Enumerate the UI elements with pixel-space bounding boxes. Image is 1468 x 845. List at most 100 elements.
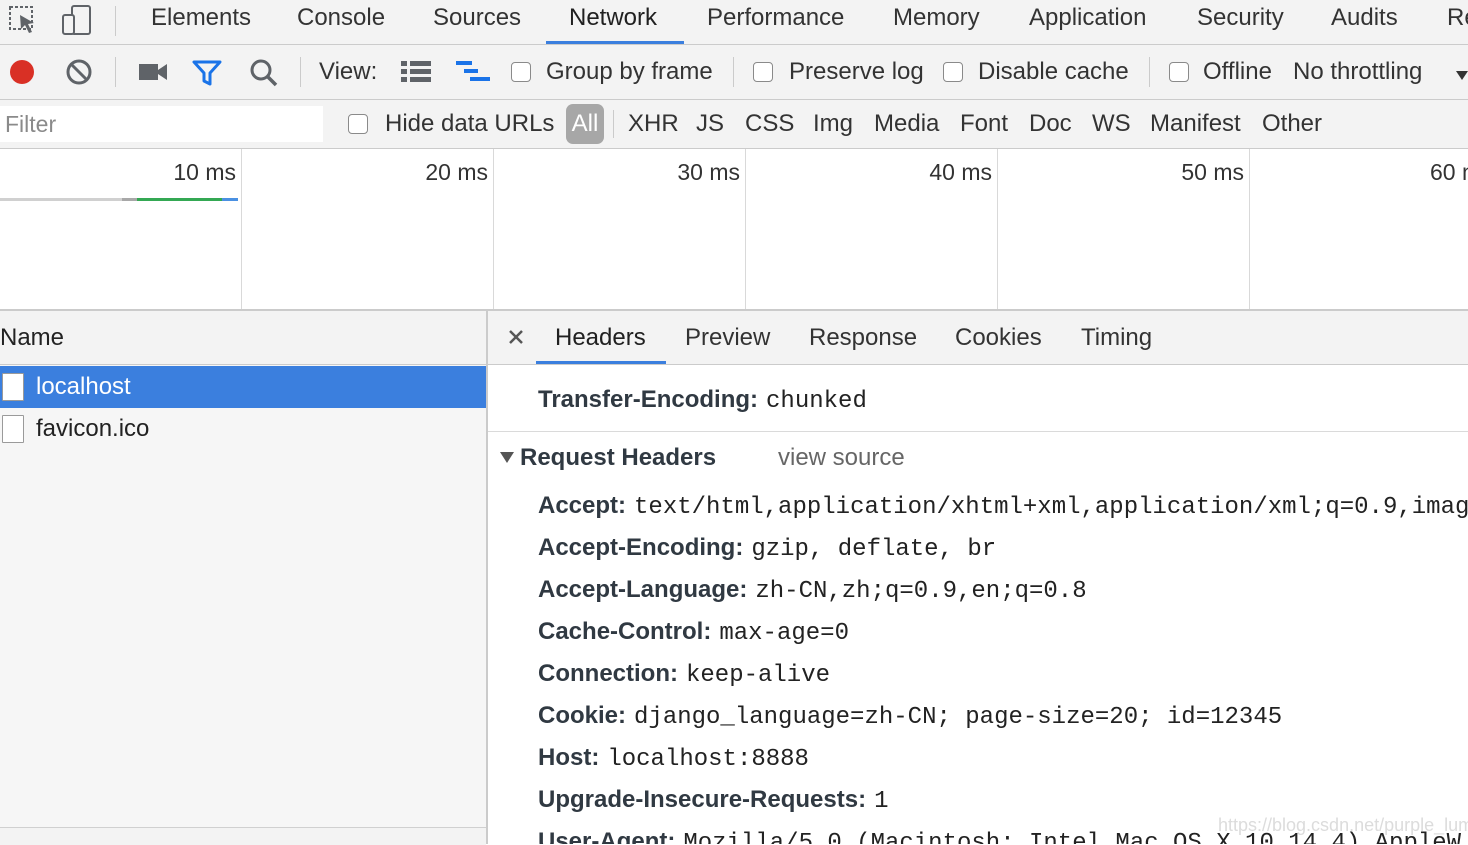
detail-tab-bar: Headers Preview Response Cookies Timing — [488, 311, 1468, 365]
filter-type-js[interactable]: JS — [696, 100, 724, 148]
request-header-row: Accept-Language: zh-CN,zh;q=0.9,en;q=0.8 — [538, 569, 1087, 611]
timeline-gridline — [241, 149, 242, 309]
group-by-frame-checkbox[interactable] — [511, 62, 531, 82]
tab-audits[interactable]: Audits — [1331, 0, 1398, 44]
request-name: favicon.ico — [36, 415, 150, 442]
filter-type-xhr[interactable]: XHR — [628, 100, 679, 148]
chevron-down-icon[interactable] — [1456, 68, 1468, 86]
document-icon — [2, 373, 24, 401]
request-header-row: Accept: text/html,application/xhtml+xml,a… — [538, 485, 1468, 527]
timeline-tick: 60 ms — [1430, 159, 1468, 185]
tab-application[interactable]: Application — [1029, 0, 1146, 44]
toolbar-divider — [1149, 57, 1150, 87]
timeline-gridline — [997, 149, 998, 309]
timeline-tick: 40 ms — [929, 159, 992, 185]
tab-console[interactable]: Console — [297, 0, 385, 44]
request-detail-pane: Headers Preview Response Cookies Timing … — [488, 311, 1468, 844]
detail-tab-timing[interactable]: Timing — [1081, 311, 1152, 364]
header-value: zh-CN,zh;q=0.9,en;q=0.8 — [755, 578, 1087, 605]
header-value: text/html,application/xhtml+xml,applicat… — [634, 494, 1468, 521]
filter-icon[interactable] — [192, 59, 222, 92]
detail-tab-headers[interactable]: Headers — [555, 311, 646, 364]
offline-checkbox[interactable] — [1169, 62, 1189, 82]
tab-elements[interactable]: Elements — [151, 0, 251, 44]
detail-tab-preview[interactable]: Preview — [685, 311, 770, 364]
tab-memory[interactable]: Memory — [893, 0, 980, 44]
view-source-link[interactable]: view source — [778, 438, 905, 478]
clear-icon[interactable] — [65, 58, 93, 91]
request-header-row: Host: localhost:8888 — [538, 737, 809, 779]
device-toolbar-icon[interactable] — [60, 3, 94, 37]
network-toolbar: View: Group by frame Preserve log Disabl… — [0, 45, 1468, 100]
tab-sources[interactable]: Sources — [433, 0, 521, 44]
tab-overflow[interactable]: Re — [1447, 0, 1468, 44]
tab-network[interactable]: Network — [569, 0, 657, 44]
header-key: Accept-Language: — [538, 576, 748, 603]
header-key: Accept: — [538, 492, 627, 519]
timeline-bar-ttfb — [137, 198, 222, 201]
timeline-tick: 20 ms — [425, 159, 488, 185]
filter-type-doc[interactable]: Doc — [1029, 100, 1072, 148]
filter-type-other[interactable]: Other — [1262, 100, 1322, 148]
request-name: localhost — [36, 373, 131, 400]
request-header-row: Connection: keep-alive — [538, 653, 830, 695]
hide-data-urls-checkbox[interactable] — [348, 114, 368, 134]
timeline-bar-waiting — [0, 198, 122, 201]
disable-cache-label: Disable cache — [978, 58, 1129, 85]
filter-type-manifest[interactable]: Manifest — [1150, 100, 1241, 148]
detail-tab-cookies[interactable]: Cookies — [955, 311, 1042, 364]
filter-type-media[interactable]: Media — [874, 100, 939, 148]
name-column-header[interactable]: Name — [0, 311, 486, 365]
filter-type-css[interactable]: CSS — [745, 100, 794, 148]
filter-type-ws[interactable]: WS — [1092, 100, 1131, 148]
request-row-favicon[interactable]: favicon.ico — [0, 408, 486, 450]
header-value: max-age=0 — [719, 620, 849, 647]
request-headers-title[interactable]: Request Headers — [520, 438, 716, 478]
filter-type-font[interactable]: Font — [960, 100, 1008, 148]
close-icon[interactable] — [502, 323, 530, 351]
screenshot-icon[interactable] — [138, 61, 168, 88]
filter-type-img[interactable]: Img — [813, 100, 853, 148]
filter-bar: Hide data URLs XHR JS CSS Img Media Font… — [0, 100, 1468, 149]
inspect-element-icon[interactable] — [6, 3, 40, 37]
tab-security[interactable]: Security — [1197, 0, 1284, 44]
header-key: Transfer-Encoding: — [538, 386, 759, 413]
header-value: keep-alive — [685, 662, 831, 689]
toolbar-divider — [300, 57, 301, 87]
toolbar-divider — [115, 6, 116, 36]
header-value: django_language=zh-CN; page-size=20; id=… — [634, 704, 1283, 731]
filter-divider — [613, 110, 614, 138]
search-icon[interactable] — [249, 58, 279, 93]
timeline-bar-download — [222, 198, 238, 201]
filter-input[interactable] — [0, 106, 323, 142]
waterfall-overview-icon[interactable] — [456, 61, 490, 88]
header-key: Connection: — [538, 660, 678, 687]
toolbar-divider — [733, 57, 734, 87]
throttling-select[interactable]: No throttling — [1293, 45, 1422, 99]
disable-cache-checkbox[interactable] — [943, 62, 963, 82]
horizontal-scrollbar[interactable] — [0, 827, 486, 845]
header-value: gzip, deflate, br — [751, 536, 997, 563]
header-value: chunked — [766, 388, 867, 415]
group-by-frame-label: Group by frame — [546, 58, 713, 85]
toolbar-divider — [115, 57, 116, 87]
timeline-bar-queue — [122, 198, 137, 201]
triangle-down-icon[interactable] — [500, 452, 514, 463]
filter-type-all[interactable]: All — [566, 104, 604, 144]
large-rows-icon[interactable] — [401, 61, 431, 88]
watermark-text: https://blog.csdn.net/purple_lumpy — [1218, 815, 1468, 835]
record-icon[interactable] — [8, 58, 36, 91]
header-key: Cookie: — [538, 702, 627, 729]
preserve-log-checkbox[interactable] — [753, 62, 773, 82]
timeline-tick: 10 ms — [173, 159, 236, 185]
devtools-tab-bar: Elements Console Sources Network Perform… — [0, 0, 1468, 45]
timeline-gridline — [1249, 149, 1250, 309]
network-overview[interactable]: 10 ms 20 ms 30 ms 40 ms 50 ms 60 ms — [0, 149, 1468, 311]
active-detail-tab-indicator — [536, 361, 666, 364]
offline-label: Offline — [1203, 58, 1272, 85]
request-header-row: Cookie: django_language=zh-CN; page-size=… — [538, 695, 1282, 737]
header-key: User-Agent: — [538, 828, 676, 844]
request-row-localhost[interactable]: localhost — [0, 366, 486, 408]
detail-tab-response[interactable]: Response — [809, 311, 917, 364]
tab-performance[interactable]: Performance — [707, 0, 844, 44]
